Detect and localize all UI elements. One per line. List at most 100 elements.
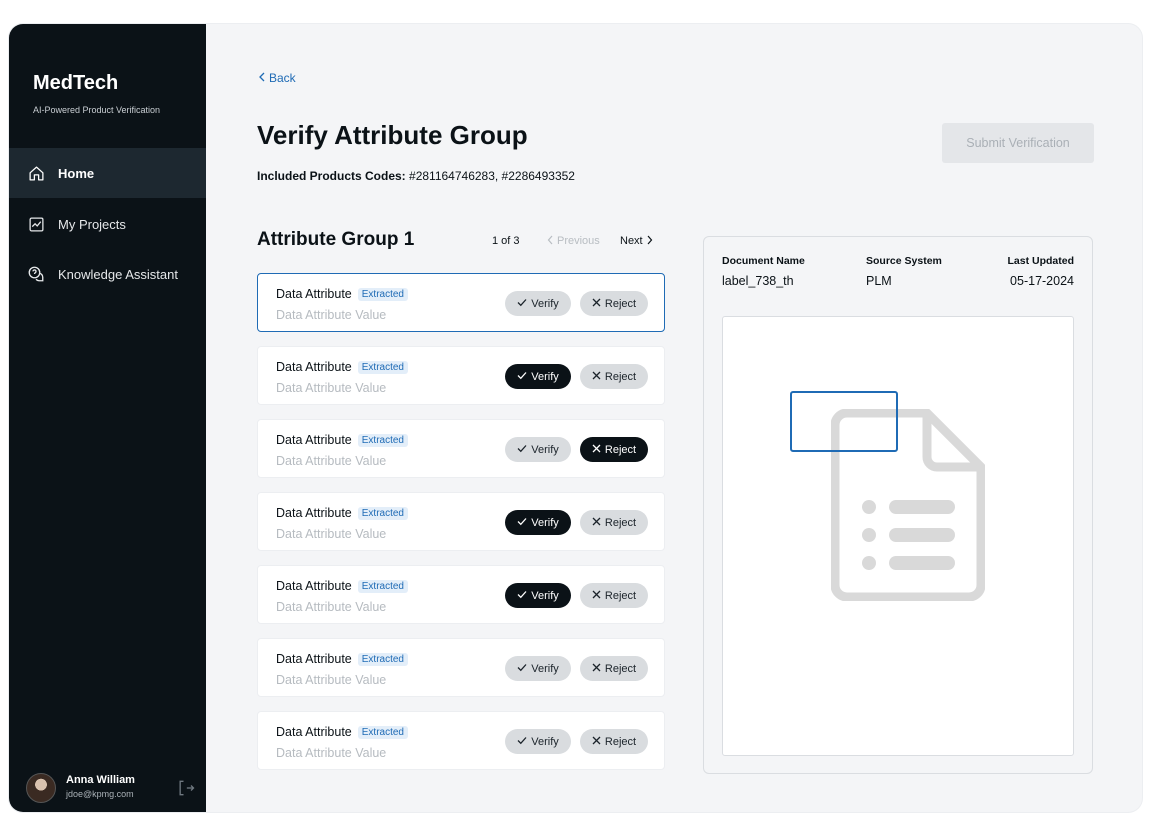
verify-button[interactable]: Verify [505,291,571,316]
page-title: Verify Attribute Group [257,120,528,150]
extracted-badge: Extracted [357,653,408,666]
attribute-value: Data Attribute Value [276,673,387,687]
verify-button[interactable]: Verify [505,729,571,754]
user-name: Anna William [66,774,135,786]
reject-label: Reject [604,370,637,383]
sidebar-item-label: My Projects [58,216,126,232]
last-updated-label: Last Updated [1007,255,1074,267]
check-icon [517,298,527,310]
attribute-value: Data Attribute Value [276,600,387,614]
verify-label: Verify [531,735,559,748]
extraction-highlight-box [790,391,898,452]
check-icon [517,444,527,456]
attribute-card[interactable]: Data Attribute Extracted Data Attribute V… [257,711,665,770]
extracted-badge: Extracted [357,580,408,593]
pager-previous-button[interactable]: Previous [547,235,600,248]
back-label: Back [269,71,296,85]
verify-label: Verify [531,443,559,456]
close-icon [592,444,601,456]
attribute-value: Data Attribute Value [276,746,387,760]
chevron-right-icon [646,235,653,248]
product-codes-value: #281164746283, #2286493352 [405,169,575,183]
attribute-name-text: Data Attribute [276,579,352,593]
reject-label: Reject [604,297,637,310]
close-icon [592,298,601,310]
extracted-badge: Extracted [357,726,408,739]
attribute-card[interactable]: Data Attribute Extracted Data Attribute V… [257,273,665,332]
last-updated-value: 05-17-2024 [1010,274,1074,288]
reject-button[interactable]: Reject [580,729,648,754]
brand-subtitle: AI-Powered Product Verification [33,105,161,115]
attribute-card[interactable]: Data Attribute Extracted Data Attribute V… [257,346,665,405]
chevron-left-icon [547,235,554,248]
close-icon [592,736,601,748]
pager-next-button[interactable]: Next [620,235,653,248]
attribute-value: Data Attribute Value [276,308,387,322]
reject-label: Reject [604,516,637,529]
verify-button[interactable]: Verify [505,364,571,389]
sidebar: MedTech AI-Powered Product Verification … [9,24,206,812]
attribute-name-text: Data Attribute [276,287,352,301]
attribute-value: Data Attribute Value [276,454,387,468]
reject-label: Reject [604,662,637,675]
user-profile[interactable]: Anna William jdoe@kpmg.com [26,772,196,804]
check-icon [517,371,527,383]
document-name-label: Document Name [722,255,805,267]
close-icon [592,663,601,675]
document-name-value: label_738_th [722,274,794,288]
reject-button[interactable]: Reject [580,656,648,681]
attribute-name: Data Attribute Extracted [276,506,408,520]
document-viewer[interactable] [722,316,1074,756]
attribute-name: Data Attribute Extracted [276,652,408,666]
brand-title: MedTech [33,72,119,94]
pager-previous-label: Previous [557,235,600,247]
reject-label: Reject [604,589,637,602]
chat-question-icon [27,265,45,283]
close-icon [592,590,601,602]
attribute-card[interactable]: Data Attribute Extracted Data Attribute V… [257,565,665,624]
chart-icon [27,215,45,233]
attribute-name-text: Data Attribute [276,506,352,520]
attribute-name-text: Data Attribute [276,360,352,374]
sidebar-item-home[interactable]: Home [9,148,206,198]
attribute-name: Data Attribute Extracted [276,725,408,739]
verify-button[interactable]: Verify [505,510,571,535]
verify-button[interactable]: Verify [505,437,571,462]
attribute-card[interactable]: Data Attribute Extracted Data Attribute V… [257,419,665,478]
reject-button[interactable]: Reject [580,364,648,389]
verify-button[interactable]: Verify [505,656,571,681]
sidebar-item-my-projects[interactable]: My Projects [9,199,206,249]
attribute-card[interactable]: Data Attribute Extracted Data Attribute V… [257,638,665,697]
document-panel: Document Name label_738_th Source System… [703,236,1093,774]
reject-button[interactable]: Reject [580,291,648,316]
extracted-badge: Extracted [357,361,408,374]
extracted-badge: Extracted [357,507,408,520]
sidebar-item-label: Home [58,165,95,181]
source-system-label: Source System [866,255,942,267]
sidebar-item-knowledge-assistant[interactable]: Knowledge Assistant [9,249,206,299]
verify-button[interactable]: Verify [505,583,571,608]
reject-label: Reject [604,735,637,748]
attribute-card[interactable]: Data Attribute Extracted Data Attribute V… [257,492,665,551]
verify-label: Verify [531,662,559,675]
attribute-name-text: Data Attribute [276,433,352,447]
attribute-name-text: Data Attribute [276,725,352,739]
verify-label: Verify [531,370,559,383]
source-system-value: PLM [866,274,892,288]
check-icon [517,736,527,748]
reject-button[interactable]: Reject [580,510,648,535]
check-icon [517,517,527,529]
app-frame: MedTech AI-Powered Product Verification … [9,24,1142,812]
chevron-left-icon [258,71,266,85]
submit-verification-button[interactable]: Submit Verification [942,123,1094,163]
extracted-badge: Extracted [357,288,408,301]
reject-button[interactable]: Reject [580,437,648,462]
product-codes-label: Included Products Codes: [257,169,406,183]
home-icon [27,164,45,182]
attribute-name: Data Attribute Extracted [276,433,408,447]
product-codes: Included Products Codes: #281164746283, … [257,169,575,183]
back-link[interactable]: Back [258,71,296,85]
reject-button[interactable]: Reject [580,583,648,608]
logout-icon[interactable] [176,778,196,798]
attribute-value: Data Attribute Value [276,527,387,541]
